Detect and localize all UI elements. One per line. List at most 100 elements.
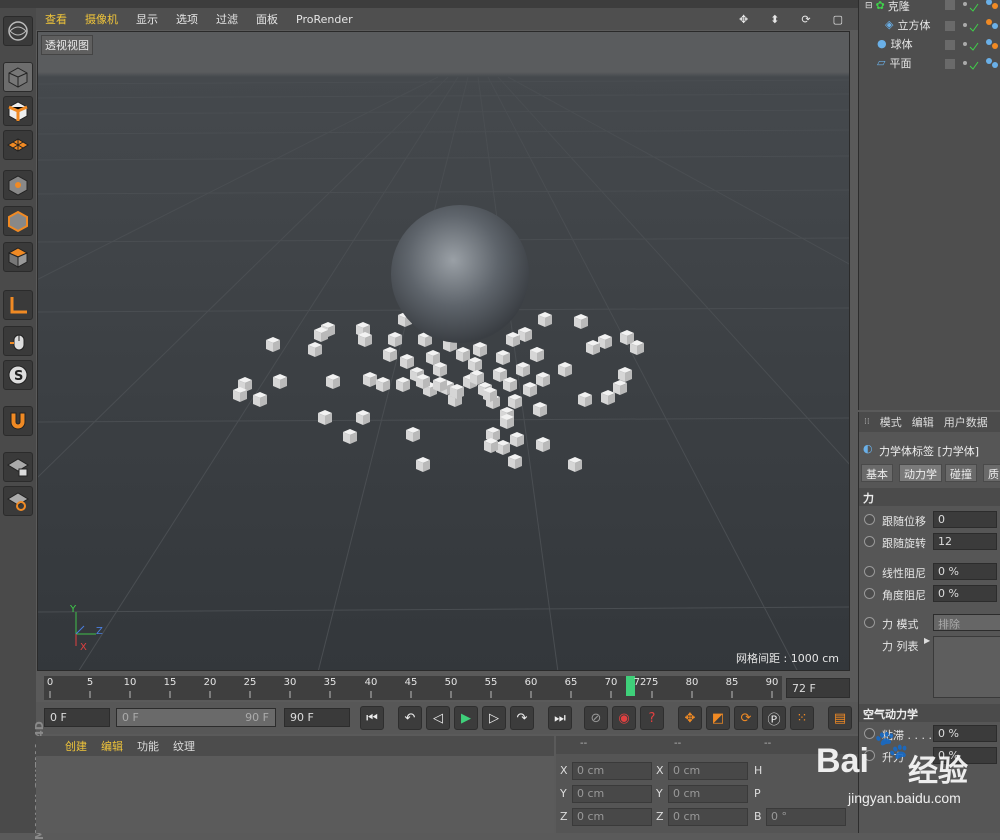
menu-filter[interactable]: 过滤 xyxy=(207,11,247,27)
menu-prorender[interactable]: ProRender xyxy=(287,13,362,26)
key-scale-icon[interactable]: ◩ xyxy=(706,706,730,730)
tick-70: 70 xyxy=(604,677,618,688)
perspective-viewport[interactable]: 透视视图 Y Z X 网格间距 : 1000 cm xyxy=(37,31,850,671)
tweak-mode-icon[interactable] xyxy=(3,326,33,356)
menu-display[interactable]: 显示 xyxy=(127,11,167,27)
keyframe-selection-icon[interactable]: ? xyxy=(640,706,664,730)
prop-label: 力 模式 xyxy=(882,618,919,631)
menu-panel[interactable]: 面板 xyxy=(247,11,287,27)
plane-icon: ▱ xyxy=(877,56,886,69)
keyframe-dot[interactable] xyxy=(864,536,875,547)
keyframe-dot[interactable] xyxy=(864,566,875,577)
key-parameter-icon[interactable]: Ⓟ xyxy=(762,706,786,730)
rotate-view-icon[interactable]: ⟳ xyxy=(792,13,819,26)
move-view-icon[interactable]: ✥ xyxy=(730,13,757,26)
timeline-ruler[interactable]: 0 5 10 15 20 25 30 35 40 45 50 55 60 65 … xyxy=(44,676,782,700)
axis-mode-icon[interactable] xyxy=(3,290,33,320)
tab-basic[interactable]: 基本 xyxy=(861,464,893,482)
menu-function[interactable]: 功能 xyxy=(130,738,166,754)
prop-value-field[interactable]: 12 xyxy=(933,533,997,550)
frame-range-slider[interactable]: 0 F 90 F xyxy=(116,708,276,727)
force-mode-dropdown[interactable]: 排除 xyxy=(933,614,1000,631)
play-icon[interactable]: ▶ xyxy=(454,706,478,730)
texture-mode-icon[interactable] xyxy=(3,96,33,126)
go-to-start-icon[interactable]: ⏮ xyxy=(360,706,384,730)
previous-frame-icon[interactable]: ◁ xyxy=(426,706,450,730)
end-frame-field[interactable]: 90 F xyxy=(284,708,350,727)
planar-workplane-icon[interactable] xyxy=(3,486,33,516)
tick-40: 40 xyxy=(364,677,378,688)
tick-55: 55 xyxy=(484,677,498,688)
prop-value-field[interactable]: 0 xyxy=(933,511,997,528)
record-active-icon[interactable]: ⊘ xyxy=(584,706,608,730)
dolly-view-icon[interactable]: ⬍ xyxy=(761,13,788,26)
menu-texture[interactable]: 纹理 xyxy=(166,738,202,754)
menu-user-data[interactable]: 用户数据 xyxy=(939,414,993,430)
viewport-navigation: ✥ ⬍ ⟳ ▢ xyxy=(730,8,852,30)
cube-icon: ◈ xyxy=(885,18,894,31)
prop-label: 角度阻尼 xyxy=(882,589,926,602)
start-frame-field[interactable]: 0 F xyxy=(44,708,110,727)
left-toolbar: S xyxy=(0,8,36,833)
key-rotation-icon[interactable]: ⟳ xyxy=(734,706,758,730)
prop-force-mode: 力 模式 排除 xyxy=(859,613,1000,633)
autokey-icon[interactable]: ◉ xyxy=(612,706,636,730)
coord-size-z-field[interactable]: 0 cm xyxy=(668,808,748,826)
coord-pos-x-field[interactable]: 0 cm xyxy=(572,762,652,780)
section-force: 力 xyxy=(859,488,1000,506)
tick-15: 15 xyxy=(163,677,177,688)
coord-pos-z-field[interactable]: 0 cm xyxy=(572,808,652,826)
menu-attr-edit[interactable]: 编辑 xyxy=(907,414,939,430)
coord-size-x-label: X xyxy=(656,764,664,777)
menu-create[interactable]: 创建 xyxy=(58,738,94,754)
menu-cameras[interactable]: 摄像机 xyxy=(76,11,127,27)
polygons-mode-icon[interactable] xyxy=(3,242,33,272)
go-to-end-icon[interactable]: ⏭ xyxy=(548,706,572,730)
force-list-box[interactable] xyxy=(933,636,1000,698)
keyframe-dot[interactable] xyxy=(864,588,875,599)
next-frame-icon[interactable]: ▷ xyxy=(482,706,506,730)
menu-mode[interactable]: 模式 xyxy=(875,414,907,430)
magnet-icon[interactable] xyxy=(3,406,33,436)
keyframe-dot[interactable] xyxy=(864,514,875,525)
prop-value-field[interactable]: 0 % xyxy=(933,585,997,602)
previous-key-icon[interactable]: ↶ xyxy=(398,706,422,730)
edges-mode-icon[interactable] xyxy=(3,206,33,236)
tab-mass[interactable]: 质 xyxy=(983,464,1000,482)
tick-45: 45 xyxy=(404,677,418,688)
tick-0: 0 xyxy=(46,677,54,688)
scene-render xyxy=(38,76,849,670)
prop-value-field[interactable]: 0 % xyxy=(933,563,997,580)
current-frame-field[interactable]: 72 F xyxy=(786,678,850,698)
tick-85: 85 xyxy=(725,677,739,688)
coord-size-x-field[interactable]: 0 cm xyxy=(668,762,748,780)
viewport-label[interactable]: 透视视图 xyxy=(41,35,93,55)
expand-arrow-icon[interactable]: ▶ xyxy=(924,636,930,645)
menu-edit[interactable]: 编辑 xyxy=(94,738,130,754)
tab-collision[interactable]: 碰撞 xyxy=(945,464,977,482)
points-mode-icon[interactable] xyxy=(3,170,33,200)
menu-view[interactable]: 查看 xyxy=(36,11,76,27)
model-mode-icon[interactable] xyxy=(3,62,33,92)
locked-workplane-icon[interactable] xyxy=(3,452,33,482)
snapping-icon[interactable]: S xyxy=(3,360,33,390)
force-list-label: 力 列表 xyxy=(882,640,919,653)
toggle-view-icon[interactable]: ▢ xyxy=(824,13,852,26)
coord-pos-y-field[interactable]: 0 cm xyxy=(572,785,652,803)
grip-icon: ⁞⁞ xyxy=(864,417,870,427)
coord-size-y-field[interactable]: 0 cm xyxy=(668,785,748,803)
paw-icon: 🐾 xyxy=(874,728,909,761)
menu-options[interactable]: 选项 xyxy=(167,11,207,27)
attribute-menu-bar: ⁞⁞ 模式 编辑 用户数据 xyxy=(859,412,1000,432)
next-key-icon[interactable]: ↷ xyxy=(510,706,534,730)
prop-follow-position: 跟随位移 0 xyxy=(859,510,1000,530)
keyframe-dot[interactable] xyxy=(864,617,875,628)
tab-dynamics[interactable]: 动力学 xyxy=(899,464,942,482)
workplane-icon[interactable] xyxy=(3,130,33,160)
cinema4d-logo-icon[interactable] xyxy=(3,16,33,46)
collapse-icon[interactable]: ⊟ xyxy=(865,1,873,11)
watermark-brand2: 经验 xyxy=(908,754,968,789)
grid-spacing-label: 网格间距 : 1000 cm xyxy=(736,652,839,665)
coord-rot-p-label: P xyxy=(754,787,761,800)
key-position-icon[interactable]: ✥ xyxy=(678,706,702,730)
